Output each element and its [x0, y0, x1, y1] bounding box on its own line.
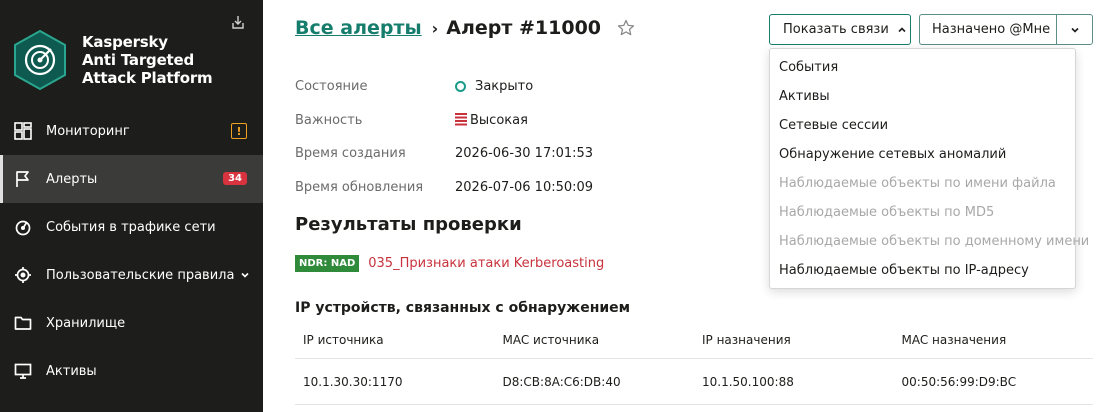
- kaspersky-logo-icon: [14, 29, 66, 91]
- updated-value: 2026-07-06 10:50:09: [455, 179, 594, 195]
- results-title: Результаты проверки: [295, 214, 522, 235]
- breadcrumb: Все алерты › Алерт #11000: [295, 17, 635, 39]
- sidebar-item-label: События в трафике сети: [46, 219, 216, 235]
- sidebar-item-monitoring[interactable]: Мониторинг !: [0, 107, 263, 155]
- brand-line-3: Attack Platform: [82, 69, 213, 87]
- traffic-icon: [13, 217, 33, 237]
- assigned-label: Назначено @Мне: [932, 22, 1051, 37]
- table-cell: D8:CB:8A:C6:DB:40: [502, 374, 621, 389]
- chevron-up-icon: [898, 26, 906, 32]
- sidebar-item-assets[interactable]: Активы: [0, 347, 263, 395]
- export-icon[interactable]: [230, 14, 246, 30]
- rules-icon: [13, 265, 33, 285]
- devices-table: IP источника MAC источника IP назначения…: [295, 322, 1093, 405]
- created-value: 2026-06-30 17:01:53: [455, 146, 594, 162]
- ndr-nad-tag: NDR: NAD: [295, 255, 360, 272]
- show-links-menu: События Активы Сетевые сессии Обнаружени…: [769, 48, 1090, 289]
- brand-line-2: Anti Targeted: [82, 51, 195, 69]
- column-header: IP источника: [303, 333, 384, 347]
- menu-item-observables-domain: Наблюдаемые объекты по доменному имени: [779, 234, 1090, 249]
- prop-key: Время обновления: [295, 179, 424, 195]
- detection-row: NDR: NAD 035_Признаки атаки Kerberoastin…: [295, 255, 604, 272]
- app-root: Kaspersky Anti Targeted Attack Platform …: [0, 0, 1105, 412]
- table-cell: 00:50:56:99:D9:BC: [901, 374, 1017, 389]
- menu-item-network-anomalies[interactable]: Обнаружение сетевых аномалий: [770, 140, 1075, 169]
- sidebar-item-alerts[interactable]: Алерты 34: [0, 155, 263, 203]
- sidebar-item-label: Мониторинг: [46, 123, 130, 139]
- alert-properties: Состояние Закрыто Важность Высокая Время…: [295, 70, 593, 204]
- page-title: Алерт #11000: [446, 17, 602, 39]
- prop-row-updated: Время обновления 2026-07-06 10:50:09: [295, 171, 593, 205]
- chevron-down-icon: [241, 272, 249, 278]
- assigned-dropdown-button[interactable]: [1056, 14, 1093, 45]
- sidebar-nav: Мониторинг ! Алерты 34 События в трафике…: [0, 107, 263, 395]
- menu-item-assets[interactable]: Активы: [770, 82, 1075, 111]
- brand-line-1: Kaspersky: [82, 33, 168, 51]
- sidebar-item-label: Алерты: [46, 171, 98, 187]
- chevron-down-icon: [1070, 27, 1079, 33]
- flag-icon: [13, 169, 33, 189]
- prop-row-created: Время создания 2026-06-30 17:01:53: [295, 137, 593, 171]
- detection-link[interactable]: 035_Признаки атаки Kerberoasting: [368, 256, 604, 271]
- column-header: MAC источника: [502, 333, 600, 347]
- menu-item-events[interactable]: События: [770, 53, 1075, 82]
- sidebar-item-storage[interactable]: Хранилище: [0, 299, 263, 347]
- prop-value: Закрыто: [455, 79, 533, 94]
- table-cell: 10.1.50.100:88: [702, 374, 794, 389]
- sidebar-item-label: Активы: [46, 363, 97, 379]
- severity-high-icon: [455, 113, 467, 126]
- sidebar-item-traffic-events[interactable]: События в трафике сети: [0, 203, 263, 251]
- brand-name: Kaspersky Anti Targeted Attack Platform: [82, 33, 213, 87]
- prop-value: Высокая: [455, 112, 528, 128]
- column-header: IP назначения: [702, 333, 791, 347]
- breadcrumb-separator: ›: [431, 18, 439, 38]
- prop-key: Важность: [295, 112, 363, 128]
- sidebar: Kaspersky Anti Targeted Attack Platform …: [0, 0, 263, 412]
- severity-value: Высокая: [470, 112, 528, 128]
- table-cell: 10.1.30.30:1170: [303, 374, 403, 389]
- breadcrumb-all-alerts-link[interactable]: Все алерты: [295, 17, 422, 39]
- status-closed-icon: [455, 81, 466, 93]
- alerts-count-badge: 34: [223, 172, 247, 185]
- column-header: MAC назначения: [901, 333, 1007, 347]
- prop-key: Время создания: [295, 146, 406, 162]
- table-row: 10.1.30.30:1170 D8:CB:8A:C6:DB:40 10.1.5…: [295, 359, 1093, 405]
- prop-row-status: Состояние Закрыто: [295, 70, 593, 104]
- monitor-icon: [13, 361, 33, 381]
- devices-title: IP устройств, связанных с обнаружением: [295, 300, 631, 316]
- dashboard-icon: [13, 121, 33, 141]
- show-links-button[interactable]: Показать связи: [769, 14, 911, 45]
- table-header: IP источника MAC источника IP назначения…: [295, 322, 1093, 359]
- menu-item-observables-md5: Наблюдаемые объекты по MD5: [779, 205, 995, 220]
- assigned-button[interactable]: Назначено @Мне: [919, 14, 1056, 45]
- prop-row-severity: Важность Высокая: [295, 104, 593, 138]
- menu-item-observables-ip[interactable]: Наблюдаемые объекты по IP-адресу: [770, 256, 1075, 285]
- sidebar-item-label: Хранилище: [46, 315, 126, 331]
- brand: Kaspersky Anti Targeted Attack Platform: [10, 28, 213, 92]
- status-value: Закрыто: [475, 79, 534, 95]
- sidebar-item-custom-rules[interactable]: Пользовательские правила: [0, 251, 263, 299]
- folder-icon: [13, 313, 33, 333]
- show-links-label: Показать связи: [783, 22, 889, 37]
- star-icon[interactable]: [617, 19, 635, 37]
- prop-key: Состояние: [295, 79, 368, 95]
- menu-item-observables-filename: Наблюдаемые объекты по имени файла: [779, 176, 1056, 191]
- sidebar-item-label: Пользовательские правила: [46, 267, 235, 283]
- menu-item-network-sessions[interactable]: Сетевые сессии: [770, 111, 1075, 140]
- warning-icon: !: [231, 123, 247, 139]
